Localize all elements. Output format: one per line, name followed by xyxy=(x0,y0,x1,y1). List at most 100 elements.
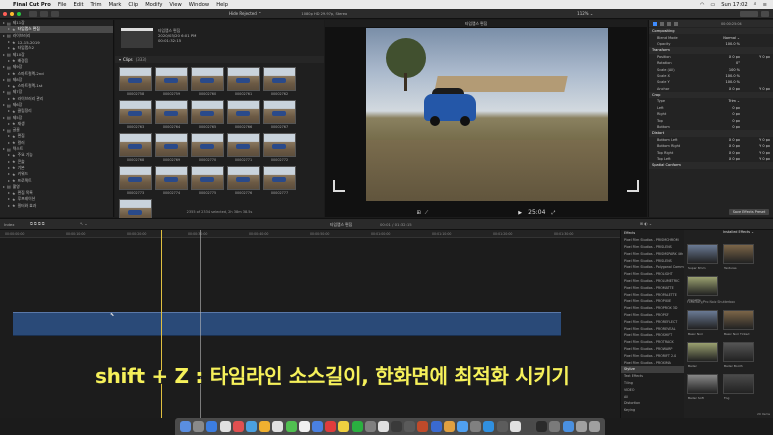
dock-app-icon[interactable] xyxy=(391,421,403,432)
disclosure-icon[interactable] xyxy=(8,154,10,157)
color-inspector-tab[interactable] xyxy=(660,21,664,26)
clip-thumbnail[interactable]: 00002768 xyxy=(119,133,152,165)
clip-thumbnail[interactable]: 00002765 xyxy=(191,100,224,132)
effects-category-item[interactable]: Pixel Film Studios - PROPALETTE xyxy=(621,291,684,298)
effects-category-item[interactable]: All xyxy=(621,393,684,400)
library-row[interactable]: ★ 필터와 효과 xyxy=(0,203,113,209)
clips-header[interactable]: Clips (333) xyxy=(115,56,324,63)
menu-file[interactable]: File xyxy=(58,2,67,8)
menu-modify[interactable]: Modify xyxy=(145,2,162,8)
search-icon[interactable]: ⌕ xyxy=(754,1,757,8)
dock-app-icon[interactable] xyxy=(285,421,297,432)
index-button[interactable]: Index xyxy=(4,222,14,227)
clip-thumbnail[interactable]: 00002761 xyxy=(227,67,260,99)
effects-category-item[interactable]: Pixel Film Studios - PROLIGHT xyxy=(621,271,684,278)
effects-category-item[interactable]: Pixel Film Studios - Polygonal Commun xyxy=(621,264,684,271)
param-value-2[interactable]: Y 0 px xyxy=(759,55,770,59)
background-tasks-button[interactable] xyxy=(51,10,59,17)
disclosure-icon[interactable] xyxy=(8,97,10,100)
dock-app-icon[interactable] xyxy=(470,421,482,432)
save-effects-preset-button[interactable]: Save Effects Preset xyxy=(729,209,769,215)
inspector-param-row[interactable]: Opacity 100.0 % xyxy=(649,41,773,47)
inspector-param-row[interactable]: Top Left X 0 px Y 0 px xyxy=(649,156,773,162)
effect-thumbnail[interactable]: Bader Soft xyxy=(687,374,718,400)
param-value[interactable]: X 0 px xyxy=(729,157,740,161)
menu-mark[interactable]: Mark xyxy=(109,2,122,8)
dock-app-icon[interactable] xyxy=(193,421,205,432)
effect-thumbnail[interactable]: Vignette xyxy=(687,276,718,302)
dock-app-icon[interactable] xyxy=(338,421,350,432)
dock-app-icon[interactable] xyxy=(509,421,521,432)
param-value[interactable]: Trim ⌄ xyxy=(729,99,741,103)
clip-thumbnail[interactable]: 00002776 xyxy=(227,166,260,198)
zoom-window-button[interactable] xyxy=(17,11,21,16)
effects-category-item[interactable]: Pixel Film Studios - PRORIFT 2.0 xyxy=(621,352,684,359)
disclosure-icon[interactable] xyxy=(8,135,10,138)
disclosure-icon[interactable] xyxy=(8,179,10,182)
param-value[interactable]: 0° xyxy=(736,61,740,65)
zoom-dropdown[interactable]: 112% ⌄ xyxy=(577,11,593,16)
info-inspector-tab[interactable] xyxy=(674,21,678,26)
effects-category-item[interactable]: Pixel Film Studios - PROLUMETRIC xyxy=(621,278,684,285)
disclosure-icon[interactable] xyxy=(8,141,10,144)
inspector-section-header[interactable]: Spatial Conform xyxy=(649,162,773,169)
clip-thumbnail[interactable]: 00002772 xyxy=(263,133,296,165)
disclosure-icon[interactable] xyxy=(3,104,5,106)
import-button[interactable] xyxy=(29,10,37,17)
param-value[interactable]: 0 px xyxy=(732,106,740,110)
effects-browser-toggle[interactable]: ⊞ ◐ ⌄ xyxy=(640,221,652,226)
param-value[interactable]: X 0 px xyxy=(729,87,740,91)
clip-thumbnail[interactable]: 00002770 xyxy=(191,133,224,165)
disclosure-icon[interactable] xyxy=(8,173,10,176)
dock-app-icon[interactable] xyxy=(364,421,376,432)
effects-category-item[interactable]: Stylize xyxy=(621,365,684,373)
video-inspector-tab[interactable] xyxy=(653,21,657,26)
playhead[interactable] xyxy=(161,230,162,418)
dock-app-icon[interactable] xyxy=(298,421,310,432)
effects-category-item[interactable]: Pixel Film Studios - PRISMCHROM xyxy=(621,237,684,244)
disclosure-icon[interactable] xyxy=(3,78,5,81)
effect-thumbnail[interactable]: Textures xyxy=(723,244,754,270)
disclosure-icon[interactable] xyxy=(8,59,10,62)
clip-thumbnail[interactable]: 00002773 xyxy=(119,166,152,198)
effects-category-item[interactable]: Keying xyxy=(621,407,684,414)
disclosure-icon[interactable] xyxy=(8,204,10,207)
disclosure-icon[interactable] xyxy=(8,72,10,75)
clip-thumbnail[interactable]: 00002775 xyxy=(191,166,224,198)
effects-category-item[interactable]: Pixel Film Studios - PRISLENS xyxy=(621,244,684,251)
inspector-param-row[interactable]: Bottom 0 px xyxy=(649,124,773,130)
effects-category-item[interactable]: Pixel Film Studios - PROMATTE xyxy=(621,284,684,291)
clip-thumbnail[interactable]: 00002762 xyxy=(263,67,296,99)
wifi-icon[interactable]: ◠ xyxy=(700,2,705,8)
fullscreen-icon[interactable]: ⤢ xyxy=(551,210,555,216)
disclosure-icon[interactable] xyxy=(3,22,5,25)
effects-category-item[interactable]: Pixel Film Studios - PROXIMA xyxy=(621,359,684,366)
share-button[interactable] xyxy=(740,11,758,17)
disclosure-icon[interactable] xyxy=(8,41,10,44)
audio-inspector-tab[interactable] xyxy=(667,21,671,26)
disclosure-icon[interactable] xyxy=(3,148,5,151)
dock-app-icon[interactable] xyxy=(180,421,192,432)
menu-edit[interactable]: Edit xyxy=(74,2,84,8)
disclosure-icon[interactable] xyxy=(119,58,121,61)
timeline-ruler[interactable]: 00:00:00:00 00:00:10:00 00:00:20:00 00:00:3… xyxy=(0,230,620,238)
dock-app-icon[interactable] xyxy=(219,421,231,432)
menu-window[interactable]: Window xyxy=(189,2,209,8)
param-value[interactable]: 100.0 % xyxy=(726,42,740,46)
clip-thumbnail[interactable]: 00002763 xyxy=(119,100,152,132)
dock-app-icon[interactable] xyxy=(483,421,495,432)
disclosure-icon[interactable] xyxy=(8,166,10,169)
disclosure-icon[interactable] xyxy=(8,198,10,201)
disclosure-icon[interactable] xyxy=(8,47,10,50)
dock-app-icon[interactable] xyxy=(443,421,455,432)
disclosure-icon[interactable] xyxy=(8,110,10,113)
disclosure-icon[interactable] xyxy=(8,28,10,31)
clip-thumbnail[interactable]: 00002764 xyxy=(155,100,188,132)
effects-category-item[interactable]: Pixel Film Studios - PRISLENS xyxy=(621,257,684,264)
inspector-param-row[interactable]: Anchor X 0 px Y 0 px xyxy=(649,86,773,92)
param-value[interactable]: Normal ⌄ xyxy=(723,36,740,40)
effects-category-item[interactable]: VIDEO xyxy=(621,386,684,393)
close-window-button[interactable] xyxy=(3,11,7,16)
dock-app-icon[interactable] xyxy=(522,421,534,432)
play-button[interactable]: ▶ xyxy=(518,210,522,216)
